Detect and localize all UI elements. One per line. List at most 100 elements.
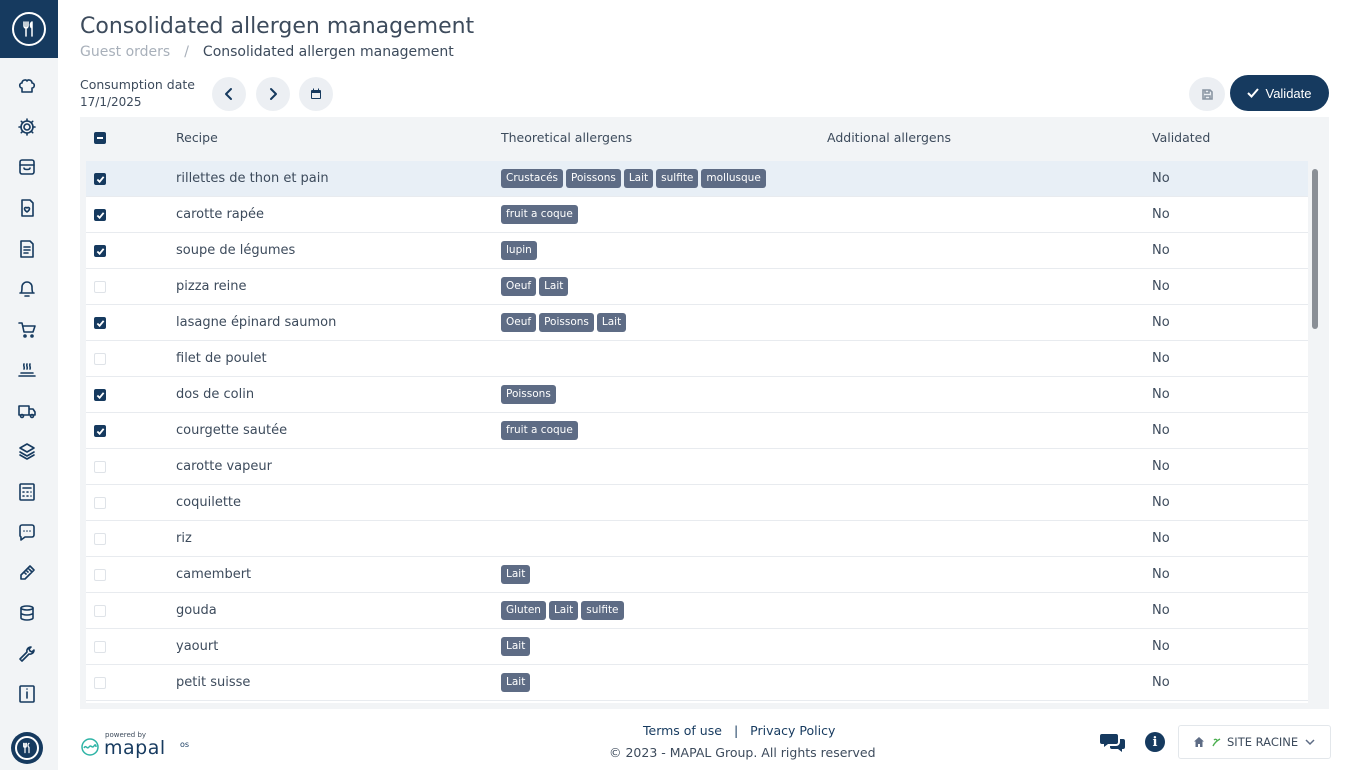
user-avatar[interactable] xyxy=(11,732,43,764)
previous-date-button[interactable] xyxy=(212,77,246,111)
thermometer-icon[interactable] xyxy=(16,562,38,584)
validated-status: No xyxy=(1152,279,1170,294)
table-row[interactable]: dos de colin Poissons No xyxy=(86,377,1308,413)
recipe-name: courgette sautée xyxy=(176,423,288,438)
table-row[interactable]: rillettes de thon et pain Crustacés Poisso… xyxy=(86,161,1308,197)
check-icon xyxy=(96,248,105,256)
recipe-name: riz xyxy=(176,531,192,546)
layers-icon[interactable] xyxy=(16,440,38,462)
chef-hat-icon[interactable] xyxy=(16,75,38,97)
row-checkbox[interactable] xyxy=(94,605,106,617)
mapal-logo-icon xyxy=(81,738,99,756)
recipe-name: pizza reine xyxy=(176,279,247,294)
recipe-name: filet de poulet xyxy=(176,351,267,366)
allergen-tags: Lait xyxy=(501,565,531,584)
recipe-name: gouda xyxy=(176,603,217,618)
serving-dish-icon[interactable] xyxy=(16,359,38,381)
allergen-tag: Poissons xyxy=(539,313,594,332)
breadcrumb-guest-orders[interactable]: Guest orders xyxy=(80,44,170,60)
recipe-name: coquilette xyxy=(176,495,242,510)
powered-by-mapal: powered by mapal os xyxy=(80,731,192,761)
allergen-tag: Oeuf xyxy=(501,277,537,296)
heart-document-icon[interactable] xyxy=(16,197,38,219)
table-row[interactable]: lasagne épinard saumon Oeuf Poissons Lait No xyxy=(86,305,1308,341)
table-row[interactable]: courgette sautée fruit a coque No xyxy=(86,413,1308,449)
table-scrollbar-thumb[interactable] xyxy=(1312,169,1318,329)
row-checkbox[interactable] xyxy=(94,317,106,329)
row-checkbox[interactable] xyxy=(94,209,106,221)
footer-links: Terms of use | Privacy Policy xyxy=(643,723,835,738)
breadcrumb-current: Consolidated allergen management xyxy=(202,44,454,60)
table-row[interactable]: camembert Lait No xyxy=(86,557,1308,593)
privacy-link[interactable]: Privacy Policy xyxy=(750,723,835,738)
row-checkbox[interactable] xyxy=(94,281,106,293)
bell-icon[interactable] xyxy=(16,278,38,300)
site-selector[interactable]: SITE RACINE xyxy=(1178,725,1331,759)
floppy-disk-icon xyxy=(1201,88,1213,100)
row-checkbox[interactable] xyxy=(94,425,106,437)
row-checkbox[interactable] xyxy=(94,641,106,653)
allergen-tag: mollusque xyxy=(701,169,766,188)
info-box-icon[interactable] xyxy=(16,683,38,705)
recipe-name: soupe de légumes xyxy=(176,243,296,258)
table-row[interactable]: yaourt Lait No xyxy=(86,629,1308,665)
app-logo[interactable] xyxy=(0,0,58,58)
terms-link[interactable]: Terms of use xyxy=(643,723,722,738)
chat-icon[interactable] xyxy=(1100,731,1126,753)
save-button[interactable] xyxy=(1189,77,1225,111)
select-all-checkbox[interactable] xyxy=(94,132,106,144)
row-checkbox[interactable] xyxy=(94,353,106,365)
delivery-truck-icon[interactable] xyxy=(16,400,38,422)
column-additional-allergens[interactable]: Additional allergens xyxy=(827,130,951,145)
table-row[interactable]: carotte rapée fruit a coque No xyxy=(86,197,1308,233)
column-recipe[interactable]: Recipe xyxy=(176,130,218,145)
table-row[interactable]: soupe de légumes lupin No xyxy=(86,233,1308,269)
table-row[interactable]: carotte vapeur No xyxy=(86,449,1308,485)
table-row[interactable]: petit suisse Lait No xyxy=(86,665,1308,701)
check-icon xyxy=(96,392,105,400)
validated-status: No xyxy=(1152,207,1170,222)
row-checkbox[interactable] xyxy=(94,173,106,185)
row-checkbox[interactable] xyxy=(94,245,106,257)
allergen-tag: sulfite xyxy=(581,601,624,620)
row-checkbox[interactable] xyxy=(94,569,106,581)
chat-bubble-icon[interactable] xyxy=(16,521,38,543)
calculator-icon[interactable] xyxy=(16,481,38,503)
allergen-tag: fruit a coque xyxy=(501,205,578,224)
validate-label: Validate xyxy=(1265,85,1312,101)
row-checkbox[interactable] xyxy=(94,389,106,401)
validate-button[interactable]: Validate xyxy=(1230,75,1329,111)
row-checkbox[interactable] xyxy=(94,461,106,473)
row-checkbox[interactable] xyxy=(94,533,106,545)
wrench-icon[interactable] xyxy=(16,643,38,665)
table-row[interactable]: riz No xyxy=(86,521,1308,557)
allergen-tags: Lait xyxy=(501,637,531,656)
cart-icon[interactable] xyxy=(16,319,38,341)
table-row[interactable]: filet de poulet No xyxy=(86,341,1308,377)
validated-status: No xyxy=(1152,171,1170,186)
allergen-tags: Oeuf Lait xyxy=(501,277,569,296)
check-icon xyxy=(96,428,105,436)
table-row[interactable]: pizza reine Oeuf Lait No xyxy=(86,269,1308,305)
calendar-button[interactable] xyxy=(299,77,333,111)
copyright: © 2023 - MAPAL Group. All rights reserve… xyxy=(609,745,876,760)
column-theoretical-allergens[interactable]: Theoretical allergens xyxy=(501,130,632,145)
consumption-date-label: Consumption date xyxy=(80,77,195,92)
database-icon[interactable] xyxy=(16,602,38,624)
validated-status: No xyxy=(1152,567,1170,582)
row-checkbox[interactable] xyxy=(94,497,106,509)
row-checkbox[interactable] xyxy=(94,677,106,689)
column-validated[interactable]: Validated xyxy=(1152,130,1210,145)
inbox-icon[interactable] xyxy=(16,156,38,178)
table-row[interactable]: coquilette No xyxy=(86,485,1308,521)
info-icon[interactable]: i xyxy=(1145,732,1165,752)
recipe-name: camembert xyxy=(176,567,252,582)
gear-icon[interactable] xyxy=(16,116,38,138)
check-icon xyxy=(1247,88,1260,98)
next-date-button[interactable] xyxy=(256,77,290,111)
table-row[interactable]: gouda Gluten Lait sulfite No xyxy=(86,593,1308,629)
table-body: rillettes de thon et pain Crustacés Poisso… xyxy=(86,161,1308,703)
document-list-icon[interactable] xyxy=(16,238,38,260)
check-icon xyxy=(96,176,105,184)
sidebar xyxy=(0,0,58,770)
